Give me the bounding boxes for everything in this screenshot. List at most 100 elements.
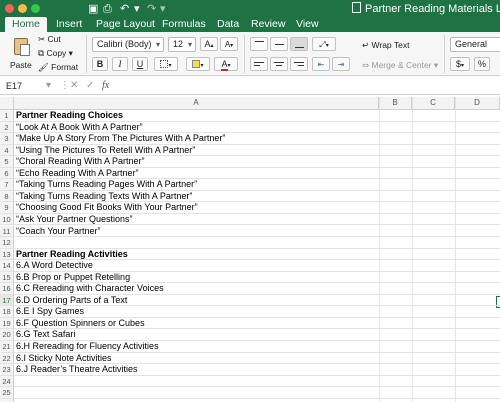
row-header[interactable]: 23 [0, 364, 14, 376]
tab-review[interactable]: Review [251, 17, 285, 32]
spreadsheet-grid[interactable]: A B C D 1 Partner Reading Choices 2 “Look A… [0, 97, 500, 402]
save-icon[interactable]: ▣ [88, 2, 98, 15]
row-header[interactable]: 21 [0, 341, 14, 353]
row-header[interactable]: 12 [0, 237, 14, 249]
fill-color-button[interactable]: ▾ [186, 57, 210, 71]
cell-a[interactable]: 6.E I Spy Games [16, 306, 84, 317]
row-header[interactable]: 1 [0, 110, 14, 122]
row-header[interactable]: 24 [0, 375, 14, 388]
row-header[interactable]: 18 [0, 306, 14, 318]
cell-a[interactable]: “Ask Your Partner Questions” [16, 214, 133, 225]
increase-indent-button[interactable]: ⇥ [332, 57, 350, 71]
number-format-select[interactable]: General [450, 37, 500, 52]
redo-dropdown-icon[interactable]: ▾ [160, 2, 166, 15]
row-header[interactable]: 15 [0, 271, 14, 284]
increase-font-size-button[interactable]: A▴ [200, 37, 218, 51]
undo-dropdown-icon[interactable]: ▾ [134, 2, 140, 15]
tab-insert[interactable]: Insert [56, 17, 82, 32]
cell-a[interactable]: 6.D Ordering Parts of a Text [16, 295, 127, 306]
select-all-button[interactable] [0, 97, 14, 110]
currency-button[interactable]: $▾ [450, 57, 470, 71]
insert-function-icon[interactable]: fx [102, 79, 109, 93]
row-header[interactable]: 25 [0, 387, 14, 399]
row-header[interactable]: 5 [0, 156, 14, 168]
minimize-window-button[interactable] [18, 4, 27, 13]
cell-a[interactable]: 6.A Word Detective [16, 260, 93, 271]
tab-home[interactable]: Home [5, 17, 48, 32]
align-top-button[interactable] [250, 37, 268, 51]
cell-a[interactable]: Partner Reading Activities [16, 249, 128, 260]
font-color-button[interactable]: A▾ [214, 57, 238, 71]
tab-data[interactable]: Data [217, 17, 239, 32]
redo-icon[interactable]: ↷ [147, 2, 156, 15]
column-header-c[interactable]: C [412, 97, 455, 110]
cell-a[interactable]: “Make Up A Story From The Pictures With … [16, 133, 225, 144]
underline-button[interactable]: U [132, 57, 148, 71]
align-right-button[interactable] [290, 57, 308, 71]
align-left-button[interactable] [250, 57, 268, 71]
italic-button[interactable]: I [112, 57, 128, 71]
row-header[interactable]: 16 [0, 283, 14, 295]
cell-a[interactable]: 6.J Reader’s Theatre Activities [16, 364, 138, 375]
cell-a[interactable]: “Taking Turns Reading Pages With A Partn… [16, 179, 197, 190]
name-box[interactable]: E17 [3, 79, 43, 93]
row-header[interactable]: 6 [0, 167, 14, 180]
row-header[interactable]: 4 [0, 144, 14, 157]
orientation-button[interactable]: ⤢▾ [312, 37, 336, 51]
tab-formulas[interactable]: Formulas [162, 17, 206, 32]
row-header[interactable]: 14 [0, 260, 14, 272]
cut-button[interactable]: ✂ Cut [38, 34, 61, 45]
name-box-dropdown-icon[interactable]: ▾ [46, 79, 51, 93]
tab-page-layout[interactable]: Page Layout [96, 17, 155, 32]
copy-dropdown-icon[interactable]: ▾ [69, 48, 73, 58]
print-icon[interactable]: ⎙ [103, 2, 112, 15]
row-header[interactable]: 17 [0, 294, 14, 307]
cell-a[interactable]: 6.C Rereading with Character Voices [16, 283, 164, 294]
merge-center-button[interactable]: ⇔ Merge & Center ▾ [362, 60, 438, 71]
row-header[interactable]: 13 [0, 248, 14, 261]
row-header[interactable]: 8 [0, 190, 14, 203]
cell-a[interactable]: “Coach Your Partner” [16, 226, 101, 237]
cancel-entry-icon[interactable]: ✕ [70, 79, 78, 93]
cell-a[interactable]: “Choosing Good Fit Books With Your Partn… [16, 202, 198, 213]
confirm-entry-icon[interactable]: ✓ [86, 79, 94, 93]
cell-a[interactable]: “Taking Turns Reading Texts With A Partn… [16, 191, 192, 202]
paste-button[interactable]: Paste [4, 34, 36, 74]
tab-view[interactable]: View [296, 17, 319, 32]
align-middle-button[interactable] [270, 37, 288, 51]
cell-a[interactable]: 6.H Rereading for Fluency Activities [16, 341, 159, 352]
cell-a[interactable]: 6.B Prop or Puppet Retelling [16, 272, 130, 283]
row-header[interactable]: 11 [0, 225, 14, 238]
row-header[interactable]: 20 [0, 329, 14, 341]
column-header-a[interactable]: A [14, 97, 379, 110]
close-window-button[interactable] [5, 4, 14, 13]
format-painter-button[interactable]: 🖌 Format [38, 62, 78, 73]
cell-a[interactable]: “Choral Reading With A Partner” [16, 156, 145, 167]
align-center-button[interactable] [270, 57, 288, 71]
zoom-window-button[interactable] [31, 4, 40, 13]
decrease-font-size-button[interactable]: A▾ [220, 37, 238, 51]
row-header[interactable]: 7 [0, 179, 14, 191]
cell-a[interactable]: “Echo Reading With A Partner” [16, 168, 139, 179]
cell-a[interactable]: 6.I Sticky Note Activities [16, 353, 112, 364]
copy-button[interactable]: ⧉ Copy ▾ [38, 48, 73, 59]
column-header-b[interactable]: B [379, 97, 412, 110]
row-header[interactable]: 9 [0, 202, 14, 214]
cell-a[interactable]: Partner Reading Choices [16, 110, 123, 121]
formula-input[interactable] [118, 79, 498, 93]
cell-a[interactable]: “Using The Pictures To Retell With A Par… [16, 145, 195, 156]
cell-a[interactable]: 6.F Question Spinners or Cubes [16, 318, 145, 329]
row-header[interactable]: 19 [0, 317, 14, 330]
column-header-d[interactable]: D [455, 97, 500, 110]
font-name-select[interactable]: Calibri (Body) ▾ [92, 37, 164, 52]
undo-icon[interactable]: ↶ [120, 2, 129, 15]
borders-button[interactable]: ▾ [154, 57, 178, 71]
bold-button[interactable]: B [92, 57, 108, 71]
row-header[interactable]: 22 [0, 352, 14, 365]
font-size-select[interactable]: 12 ▾ [168, 37, 196, 52]
percent-button[interactable]: % [474, 57, 490, 71]
row-header[interactable]: 2 [0, 121, 14, 134]
row-header[interactable]: 10 [0, 213, 14, 226]
cell-a[interactable]: 6.G Text Safari [16, 329, 75, 340]
cell-a[interactable]: “Look At A Book With A Partner” [16, 122, 143, 133]
